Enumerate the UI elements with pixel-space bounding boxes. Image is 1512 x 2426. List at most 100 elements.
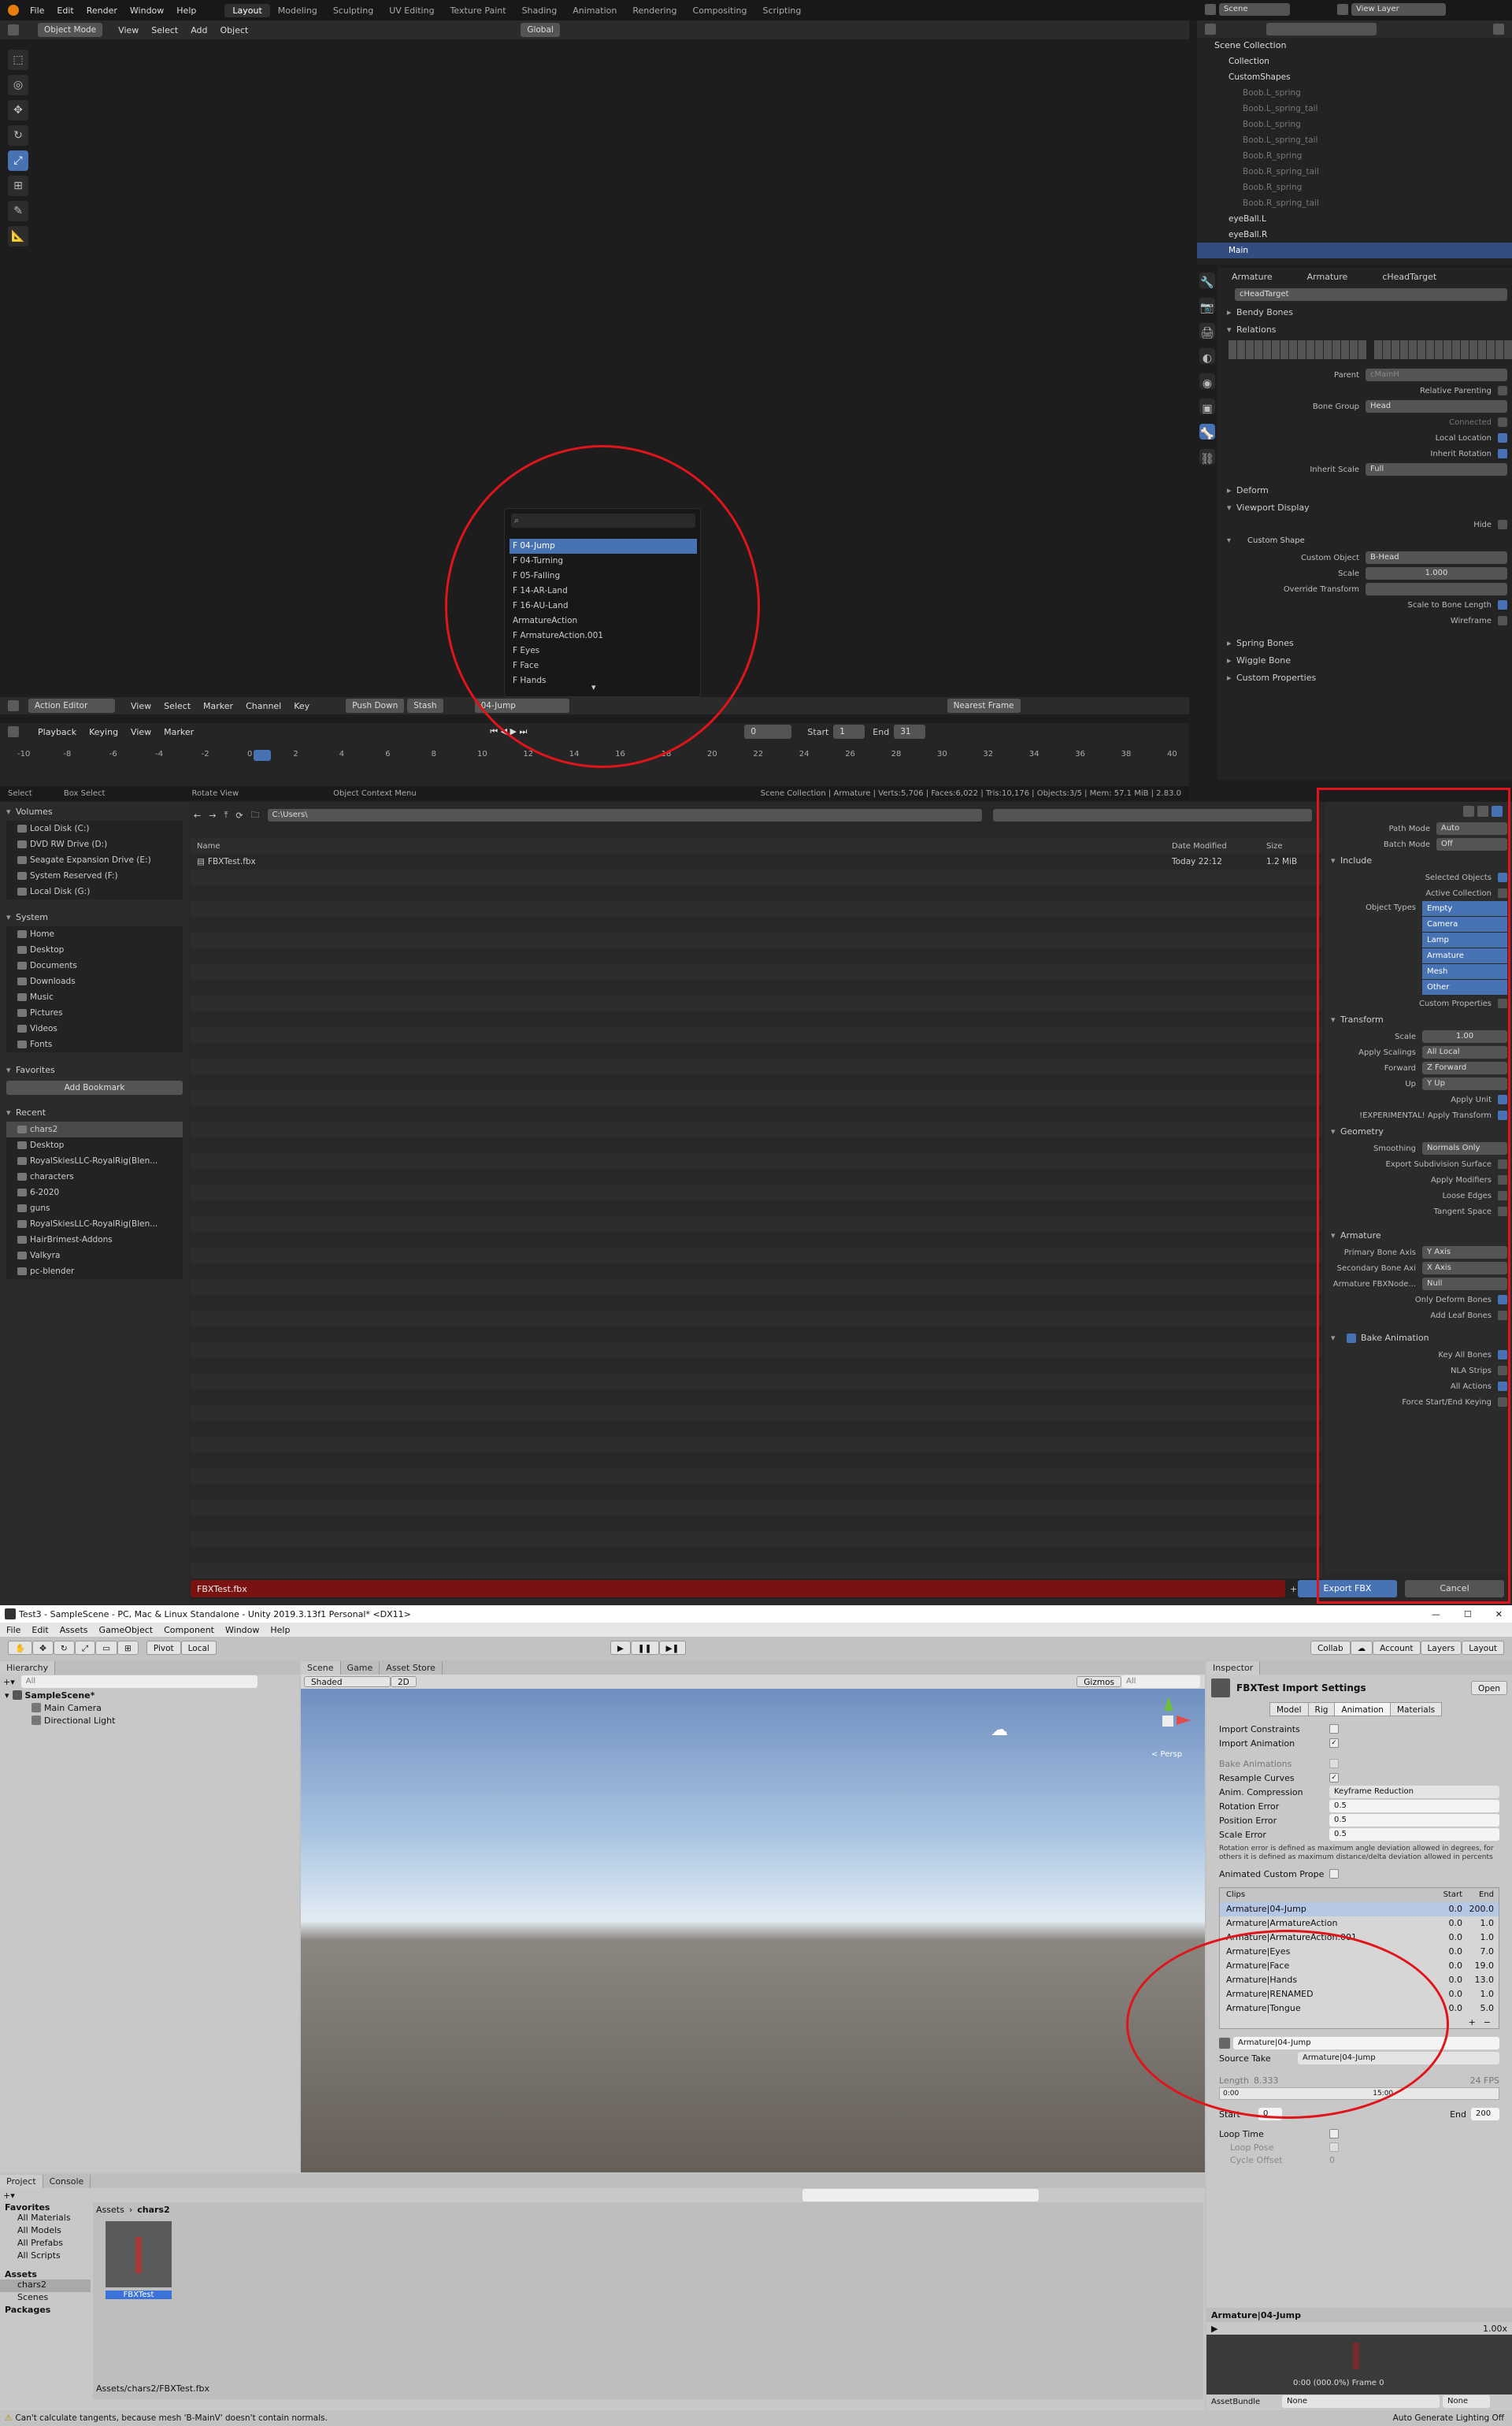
unity-menu-item[interactable]: Help [270, 1625, 290, 1635]
recent-item[interactable]: RoyalSkiesLLC-RoyalRig(Blen... [6, 1153, 183, 1169]
clip-row[interactable]: Armature|ArmatureAction 0.0 1.0 [1220, 1916, 1499, 1931]
create-icon[interactable]: +▾ [3, 1677, 15, 1687]
outliner-item[interactable]: Boob.R_spring_tail [1197, 195, 1512, 211]
add-clip-icon[interactable]: + [1469, 2017, 1476, 2027]
action-editor-menu-item[interactable]: Key [294, 701, 309, 711]
smoothing-select[interactable]: Normals Only [1422, 1142, 1507, 1155]
outliner-item[interactable]: Boob.R_spring [1197, 148, 1512, 164]
hierarchy-item[interactable]: Main Camera [0, 1701, 299, 1714]
menu-item[interactable]: Window [130, 6, 164, 16]
output-tab-icon[interactable]: 🖨 [1199, 323, 1215, 339]
system-item[interactable]: Pictures [6, 1005, 183, 1021]
workspace-tab[interactable]: UV Editing [381, 4, 442, 17]
forward-select[interactable]: Z Forward [1422, 1062, 1507, 1074]
step-icon[interactable]: ▶❚ [658, 1641, 687, 1655]
recent-item[interactable]: guns [6, 1200, 183, 1216]
grid-view-icon[interactable]: ▦ [1158, 196, 1178, 217]
scene-search[interactable]: All [1121, 1675, 1200, 1688]
object-tab-icon[interactable]: ▣ [1199, 399, 1215, 415]
scene-name[interactable]: SampleScene* [25, 1690, 95, 1701]
pan-icon[interactable]: ✋ [1158, 146, 1178, 166]
viewport-menu-item[interactable]: Select [151, 25, 178, 35]
constraint-tab-icon[interactable]: ⛓ [1199, 449, 1215, 466]
pivot-toggle[interactable]: Pivot [146, 1641, 181, 1655]
viewport-menu-item[interactable]: Object [220, 25, 249, 35]
move-tool-icon[interactable]: ✥ [8, 100, 28, 121]
decrement-icon[interactable]: + [1290, 1584, 1297, 1594]
volume-item[interactable]: Local Disk (G:) [6, 884, 183, 900]
import-tab[interactable]: Materials [1389, 1702, 1443, 1716]
action-editor-menu-item[interactable]: Select [164, 701, 191, 711]
apply-transform-checkbox[interactable] [1498, 1111, 1507, 1120]
display-mode-icon[interactable] [1463, 806, 1474, 817]
outliner-item[interactable]: eyeBall.R [1197, 227, 1512, 243]
timeline-menu-item[interactable]: Keying [89, 727, 118, 737]
asset-fbxtest[interactable]: FBXTest [106, 2221, 172, 2299]
clip-row[interactable]: Armature|ArmatureAction.001 0.0 1.0 [1220, 1931, 1499, 1945]
move-tool-icon[interactable]: ✥ [32, 1641, 54, 1655]
bendy-bones-section[interactable]: Bendy Bones [1221, 304, 1512, 321]
clip-row[interactable]: Armature|Face 0.0 19.0 [1220, 1959, 1499, 1973]
forward-icon[interactable]: → [209, 811, 216, 821]
cursor-tool-icon[interactable]: ◎ [8, 75, 28, 95]
shape-scale-field[interactable]: 1.000 [1366, 567, 1507, 580]
favorite-item[interactable]: All Models [0, 2225, 91, 2238]
resample-curves-checkbox[interactable]: ✓ [1329, 1773, 1339, 1782]
unity-menu-item[interactable]: Window [225, 1625, 259, 1635]
system-item[interactable]: Downloads [6, 974, 183, 989]
clip-start-field[interactable]: 0 [1258, 2108, 1282, 2120]
relations-section[interactable]: Relations [1221, 321, 1512, 339]
clip-row[interactable]: Armature|Eyes 0.0 7.0 [1220, 1945, 1499, 1959]
geometry-section[interactable]: Geometry [1325, 1123, 1512, 1141]
outliner-item[interactable]: Main [1197, 243, 1512, 258]
snap-mode-select[interactable]: Nearest Frame [947, 699, 1021, 713]
inherit-rotation-checkbox[interactable] [1498, 449, 1507, 458]
wiggle-bone-section[interactable]: Wiggle Bone [1221, 652, 1512, 670]
primary-bone-axis-select[interactable]: Y Axis [1422, 1246, 1507, 1259]
import-constraints-checkbox[interactable] [1329, 1724, 1339, 1734]
recent-item[interactable]: RoyalSkiesLLC-RoyalRig(Blen... [6, 1216, 183, 1232]
timeline-icon[interactable] [8, 726, 19, 737]
project-breadcrumb-assets[interactable]: Assets [96, 2205, 124, 2215]
outliner-item[interactable]: Boob.R_spring_tail [1197, 164, 1512, 180]
bake-animation-checkbox[interactable] [1347, 1334, 1356, 1343]
local-toggle[interactable]: Local [180, 1641, 217, 1655]
export-subdiv-checkbox[interactable] [1498, 1159, 1507, 1169]
action-option[interactable]: F 04-Turning [510, 554, 697, 569]
outliner-item[interactable]: Boob.L_spring [1197, 85, 1512, 101]
recent-item[interactable]: Valkyra [6, 1248, 183, 1263]
project-tab[interactable]: Project [0, 2174, 43, 2188]
rotate-tool-icon[interactable]: ↻ [8, 125, 28, 146]
camera-view-icon[interactable]: 🎥 [1158, 171, 1178, 191]
world-tab-icon[interactable]: ◉ [1199, 373, 1215, 390]
scale-tool-icon[interactable]: ⤢ [8, 150, 28, 171]
render-tab-icon[interactable]: 📷 [1199, 298, 1215, 314]
timeline-menu-item[interactable]: View [131, 727, 151, 737]
tangent-space-checkbox[interactable] [1498, 1207, 1507, 1216]
editor-mode-select[interactable]: Action Editor [28, 699, 115, 713]
local-location-checkbox[interactable] [1498, 433, 1507, 443]
favorite-item[interactable]: All Materials [0, 2213, 91, 2225]
action-option[interactable]: ArmatureAction [510, 614, 697, 629]
outliner-item[interactable]: Boob.L_spring_tail [1197, 101, 1512, 117]
hierarchy-search[interactable]: All [20, 1675, 258, 1688]
hand-tool-icon[interactable]: ✋ [8, 1641, 33, 1655]
refresh-icon[interactable]: ⟳ [235, 811, 243, 821]
volume-item[interactable]: Local Disk (C:) [6, 821, 183, 836]
project-search[interactable] [802, 2189, 1039, 2202]
action-option[interactable]: F 05-Falling [510, 569, 697, 584]
asset-folder-item[interactable]: chars2 [0, 2279, 91, 2292]
armature-section[interactable]: Armature [1325, 1227, 1512, 1245]
action-option[interactable]: F ArmatureAction.001 [510, 629, 697, 644]
rect-tool-icon[interactable]: ▭ [95, 1641, 118, 1655]
file-row[interactable]: ▤ FBXTest.fbx Today 22:12 1.2 MiB [191, 854, 1321, 870]
apply-unit-checkbox[interactable] [1498, 1095, 1507, 1104]
transform-tool-icon[interactable]: ⊞ [8, 176, 28, 196]
action-name-field[interactable]: 04-Jump [474, 699, 569, 713]
clip-row[interactable]: Armature|Hands 0.0 13.0 [1220, 1973, 1499, 1987]
armature-fbxnode-select[interactable]: Null [1422, 1278, 1507, 1290]
favorite-item[interactable]: All Prefabs [0, 2238, 91, 2250]
date-column-header[interactable]: Date Modified [1172, 842, 1266, 851]
name-column-header[interactable]: Name [191, 842, 1172, 851]
workspace-tab[interactable]: Scripting [754, 4, 809, 17]
